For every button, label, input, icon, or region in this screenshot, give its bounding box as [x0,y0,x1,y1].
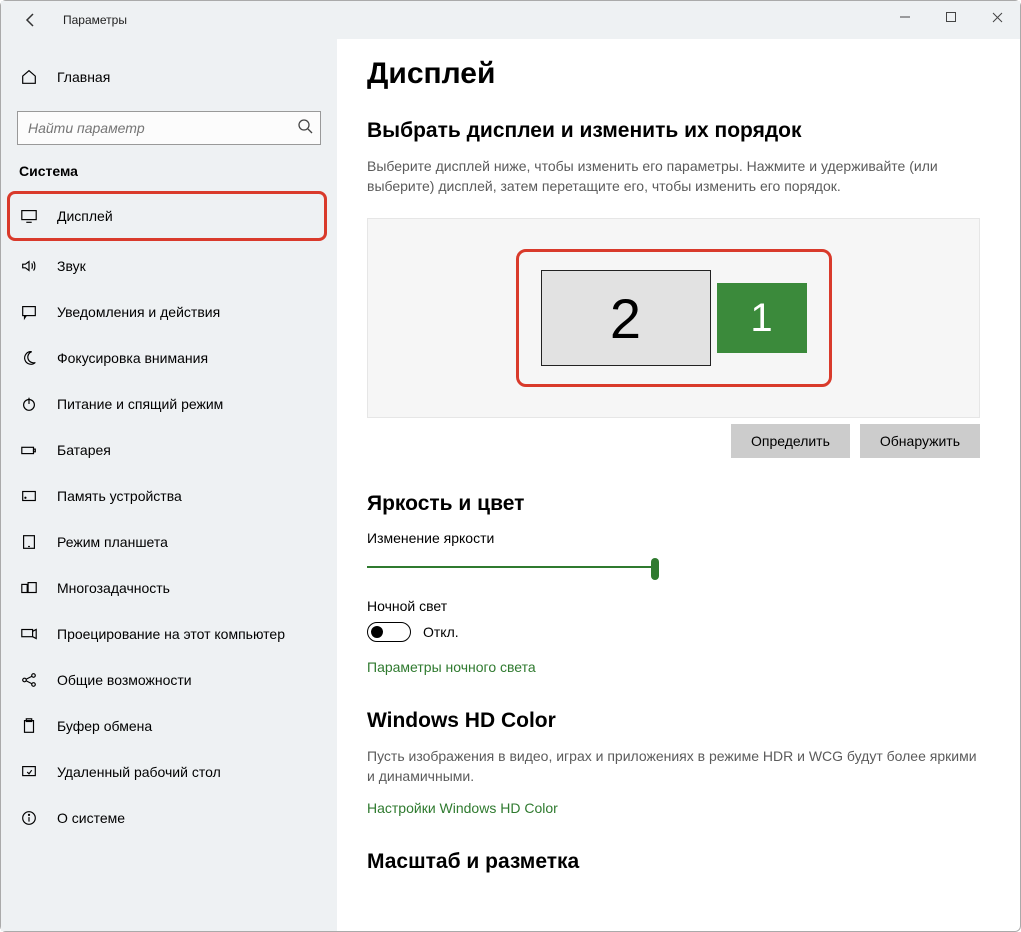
sidebar-item-label: Проецирование на этот компьютер [57,626,285,642]
toggle-knob [371,626,383,638]
sidebar-item-общие-возможности[interactable]: Общие возможности [1,657,337,703]
brightness-slider[interactable] [367,556,657,580]
sidebar-item-удаленный-рабочий-стол[interactable]: Удаленный рабочий стол [1,749,337,795]
night-light-state: Откл. [423,624,459,640]
speaker-icon [19,256,39,276]
sidebar-item-label: О системе [57,810,125,826]
sidebar-item-фокусировка-внимания[interactable]: Фокусировка внимания [1,335,337,381]
sidebar-item-питание-и-спящий-режим[interactable]: Питание и спящий режим [1,381,337,427]
home-label: Главная [57,69,110,85]
sidebar-item-label: Память устройства [57,488,182,504]
page-title: Дисплей [367,57,980,91]
arrange-description: Выберите дисплей ниже, чтобы изменить ег… [367,157,980,196]
minimize-button[interactable] [882,1,928,33]
monitor-icon [19,206,39,226]
tablet-icon [19,532,39,552]
identify-button[interactable]: Определить [731,424,850,458]
share-icon [19,670,39,690]
sidebar-item-label: Звук [57,258,86,274]
display-arrange-area[interactable]: 2 1 [367,218,980,418]
sidebar-item-label: Режим планшета [57,534,168,550]
project-icon [19,624,39,644]
display-highlight-box: 2 1 [516,249,832,387]
power-icon [19,394,39,414]
sidebar-item-проецирование-на-этот-компьютер[interactable]: Проецирование на этот компьютер [1,611,337,657]
remote-icon [19,762,39,782]
hdcolor-desc: Пусть изображения в видео, играх и прило… [367,747,980,786]
monitor-2[interactable]: 2 [541,270,711,366]
search-field-wrap [17,111,321,145]
main-content: Дисплей Выбрать дисплеи и изменить их по… [337,39,1020,931]
sidebar-item-label: Буфер обмена [57,718,152,734]
sidebar-item-label: Удаленный рабочий стол [57,764,221,780]
sidebar-item-label: Батарея [57,442,111,458]
app-title: Параметры [63,13,127,27]
sidebar-section-heading: Система [1,163,337,189]
sidebar-item-память-устройства[interactable]: Память устройства [1,473,337,519]
sidebar-item-label: Фокусировка внимания [57,350,208,366]
sidebar-item-label: Питание и спящий режим [57,396,223,412]
sidebar-item-label: Общие возможности [57,672,192,688]
sidebar-item-звук[interactable]: Звук [1,243,337,289]
search-icon [297,118,313,137]
monitor-1[interactable]: 1 [717,283,807,353]
chat-icon [19,302,39,322]
sidebar-item-батарея[interactable]: Батарея [1,427,337,473]
toggle-pill [367,622,411,642]
sidebar-item-многозадачность[interactable]: Многозадачность [1,565,337,611]
sidebar-item-буфер-обмена[interactable]: Буфер обмена [1,703,337,749]
clipboard-icon [19,716,39,736]
sidebar-item-уведомления-и-действия[interactable]: Уведомления и действия [1,289,337,335]
sidebar-item-дисплей[interactable]: Дисплей [7,191,327,241]
arrange-heading: Выбрать дисплеи и изменить их порядок [367,119,980,143]
close-button[interactable] [974,1,1020,33]
sidebar-item-label: Уведомления и действия [57,304,220,320]
back-button[interactable] [17,6,45,34]
maximize-button[interactable] [928,1,974,33]
slider-thumb[interactable] [651,558,659,580]
brightness-heading: Яркость и цвет [367,492,980,516]
brightness-slider-label: Изменение яркости [367,530,980,546]
detect-button[interactable]: Обнаружить [860,424,980,458]
scale-heading: Масштаб и разметка [367,850,980,874]
moon-icon [19,348,39,368]
sidebar-item-label: Дисплей [57,208,113,224]
info-icon [19,808,39,828]
sidebar-item-режим-планшета[interactable]: Режим планшета [1,519,337,565]
night-light-settings-link[interactable]: Параметры ночного света [367,659,536,675]
sidebar-item-о-системе[interactable]: О системе [1,795,337,841]
hdcolor-link[interactable]: Настройки Windows HD Color [367,800,558,816]
window-controls [882,1,1020,33]
search-input[interactable] [17,111,321,145]
storage-icon [19,486,39,506]
multitask-icon [19,578,39,598]
home-icon [19,67,39,87]
night-light-toggle[interactable]: Откл. [367,622,459,642]
titlebar: Параметры [1,1,1020,39]
sidebar: Главная Система Дисплей Звук Уведомления и… [1,39,337,931]
hdcolor-heading: Windows HD Color [367,709,980,733]
sidebar-item-label: Многозадачность [57,580,170,596]
home-link[interactable]: Главная [1,57,337,97]
battery-icon [19,440,39,460]
night-light-label: Ночной свет [367,598,980,614]
slider-track [367,566,657,568]
